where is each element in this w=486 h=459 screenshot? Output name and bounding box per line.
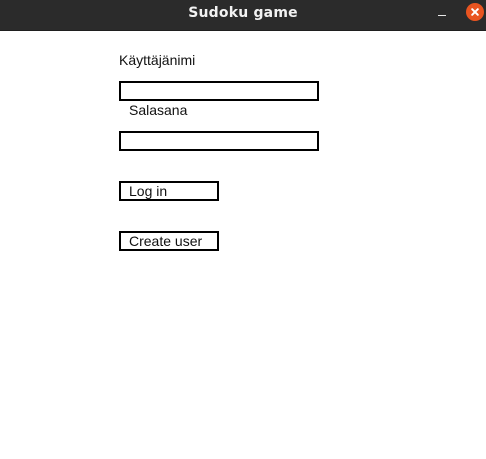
login-panel: Käyttäjänimi Salasana Log in Create user — [0, 31, 486, 459]
login-button[interactable]: Log in — [119, 181, 219, 201]
password-field[interactable] — [119, 131, 319, 151]
password-label: Salasana — [129, 102, 188, 118]
minimize-button[interactable] — [434, 8, 450, 24]
window-title: Sudoku game — [188, 5, 298, 21]
title-bar[interactable]: Sudoku game — [0, 0, 486, 31]
username-field[interactable] — [119, 81, 319, 101]
app-window: Sudoku game Käyttäjänimi Salasana Log in… — [0, 0, 486, 459]
close-button[interactable] — [466, 3, 484, 21]
username-label: Käyttäjänimi — [119, 52, 196, 68]
create-user-button[interactable]: Create user — [119, 231, 219, 251]
